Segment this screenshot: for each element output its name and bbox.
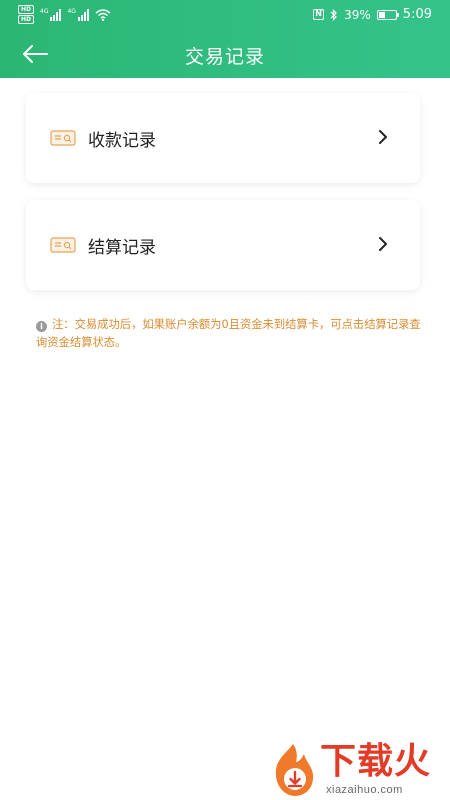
network-type: 4G xyxy=(40,7,49,15)
card-icon xyxy=(50,237,76,253)
chevron-right-icon xyxy=(379,130,387,144)
app-header: HD HD 4G 4G N 39% 5:09 交易记录 xyxy=(0,0,450,78)
signal-icon: 4G xyxy=(67,7,89,21)
chevron-right-icon xyxy=(379,237,387,251)
hd-badge: HD xyxy=(18,5,35,14)
wifi-icon xyxy=(95,8,111,21)
flame-logo-icon xyxy=(275,744,314,796)
watermark-name: 下载火 xyxy=(320,741,432,782)
receipt-records-item[interactable]: 收款记录 xyxy=(26,93,420,183)
card-icon xyxy=(50,130,76,146)
battery-icon xyxy=(376,9,399,20)
settlement-note: i 注：交易成功后，如果账户余额为0且资金未到结算卡，可点击结算记录查询资金结算状… xyxy=(36,316,428,352)
watermark-logo: 下载火 xiazaihuo.com xyxy=(264,740,450,800)
page-title: 交易记录 xyxy=(184,46,265,68)
info-icon: i xyxy=(36,321,47,332)
bluetooth-icon xyxy=(330,8,337,21)
status-left: HD HD 4G 4G xyxy=(18,5,111,24)
note-text: 注：交易成功后，如果账户余额为0且资金未到结算卡，可点击结算记录查询资金结算状态… xyxy=(36,318,421,349)
clock: 5:09 xyxy=(402,7,432,22)
hd-badges: HD HD xyxy=(18,5,35,24)
watermark-url: xiazaihuo.com xyxy=(326,784,403,796)
receipt-records-label: 收款记录 xyxy=(88,131,156,151)
status-right: N 39% 5:09 xyxy=(313,7,432,22)
battery-percent: 39% xyxy=(344,7,371,22)
signal-icon: 4G xyxy=(40,7,62,21)
nfc-icon: N xyxy=(313,9,325,20)
network-type: 4G xyxy=(67,7,76,15)
settlement-records-item[interactable]: 结算记录 xyxy=(26,200,420,290)
signal-bars xyxy=(50,8,62,21)
status-bar: HD HD 4G 4G N 39% 5:09 xyxy=(0,0,450,30)
settlement-records-label: 结算记录 xyxy=(88,238,156,258)
hd-badge: HD xyxy=(18,15,35,24)
signal-bars xyxy=(77,8,89,21)
